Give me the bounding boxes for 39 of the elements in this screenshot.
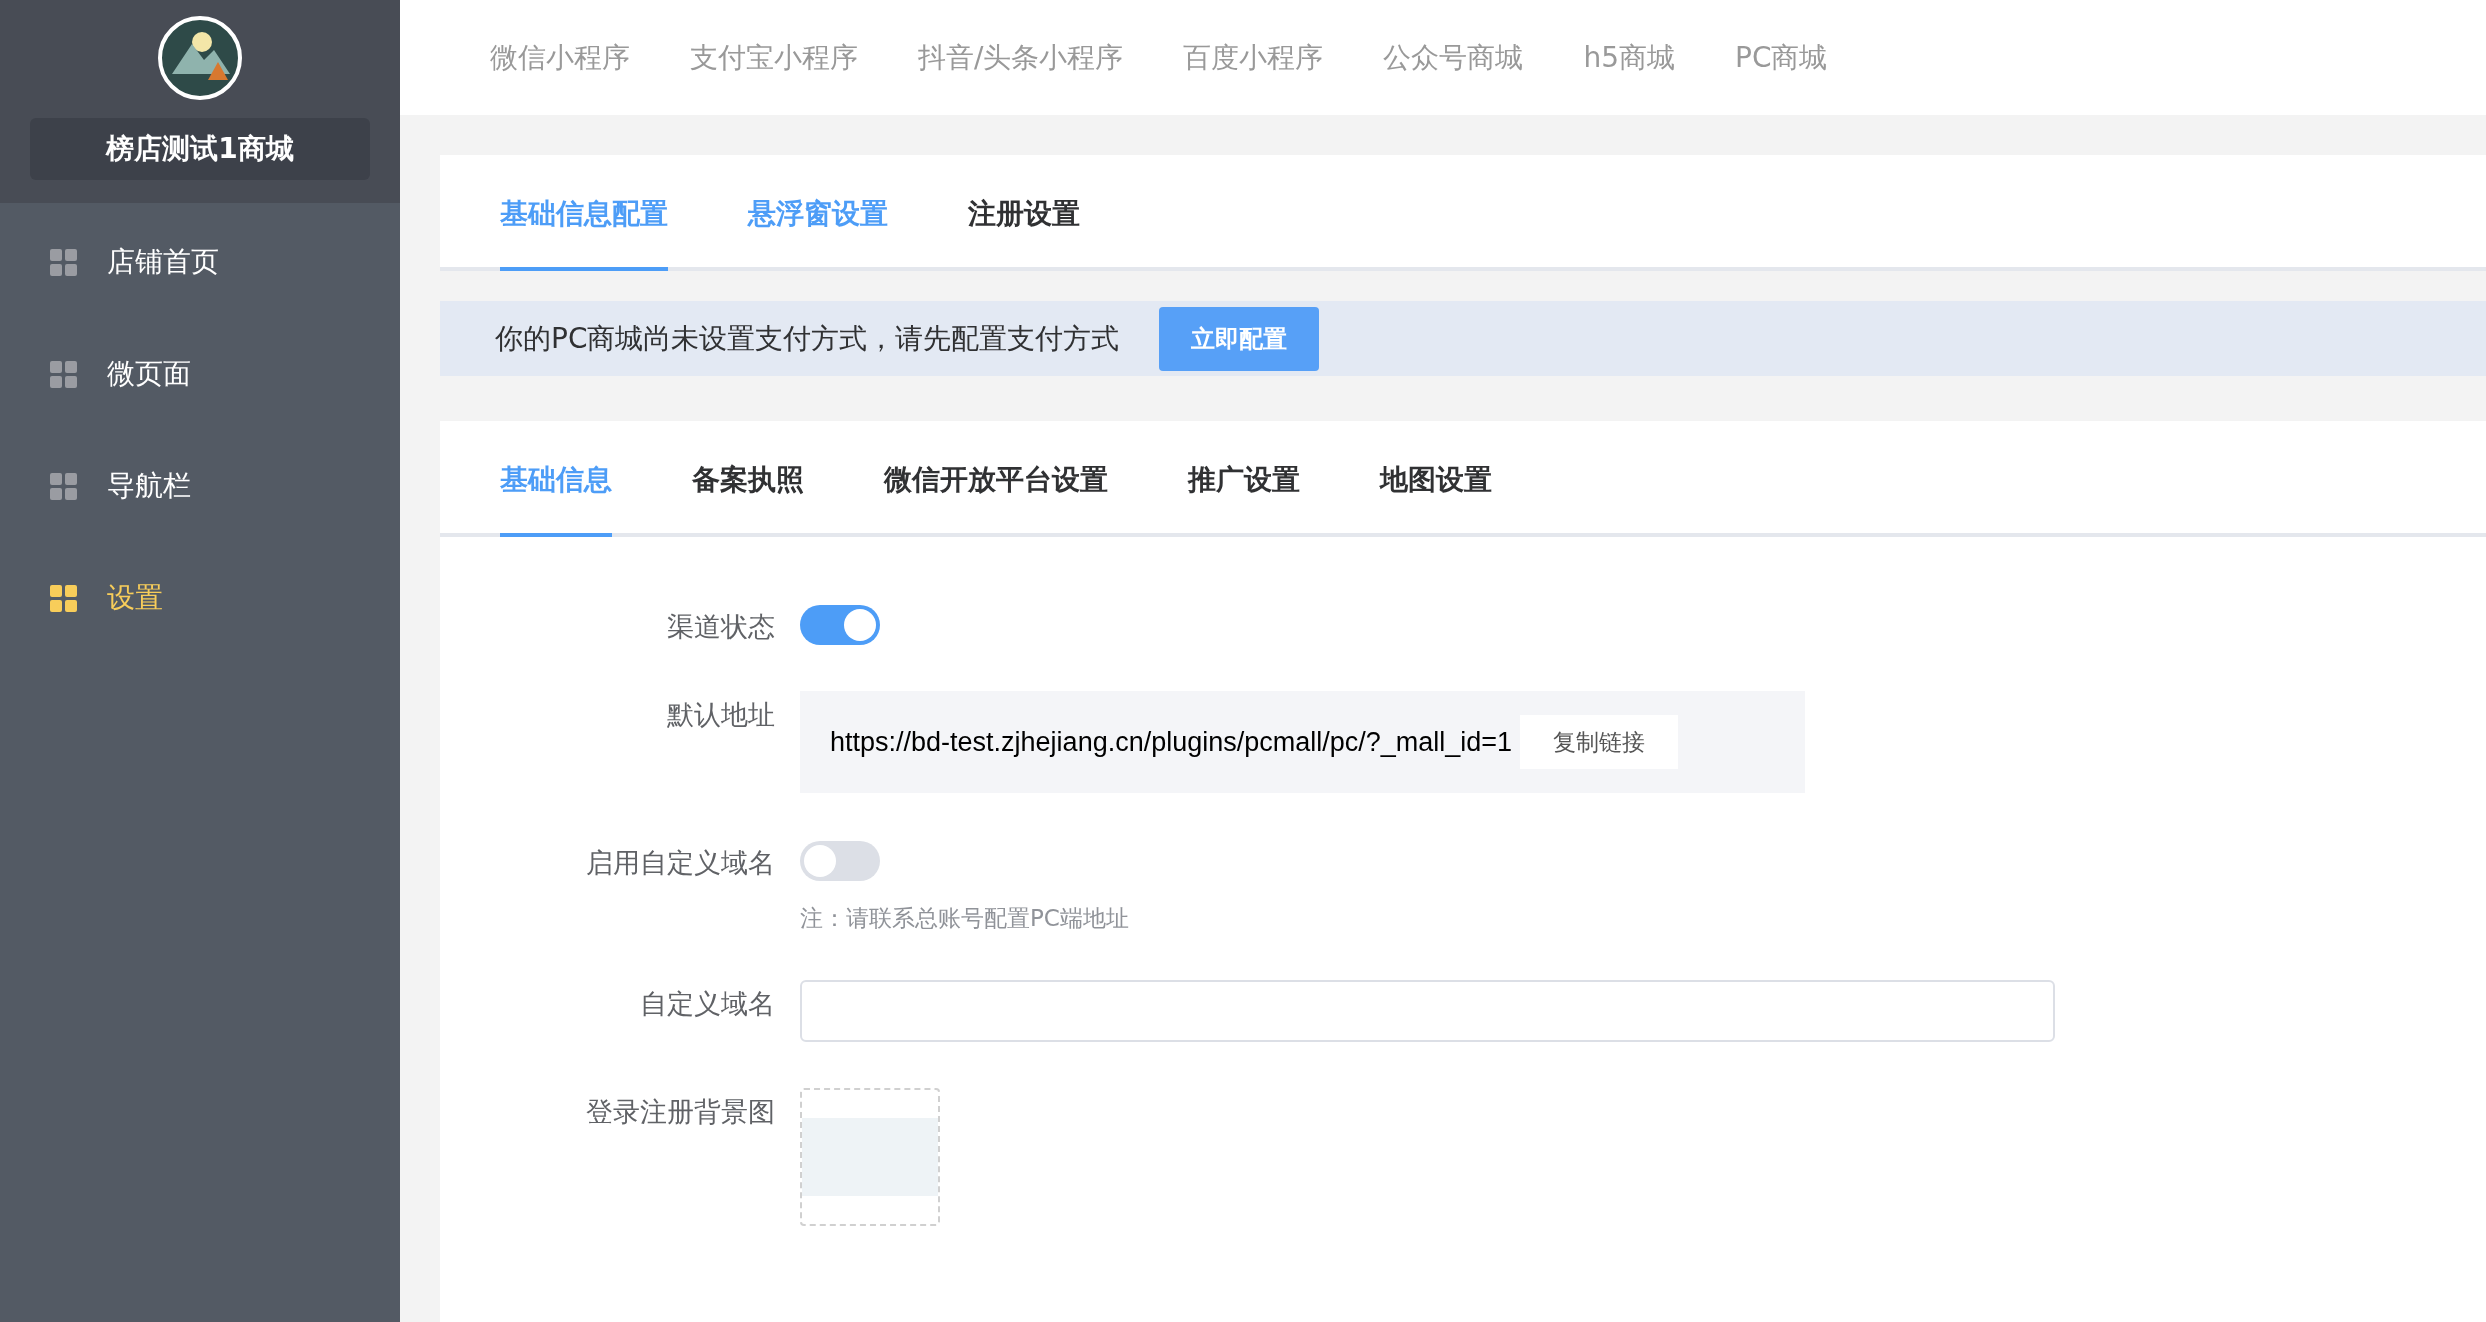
config-tab[interactable]: 注册设置 bbox=[968, 155, 1080, 271]
info-tab[interactable]: 微信开放平台设置 bbox=[884, 421, 1108, 537]
channel-tab[interactable]: 公众号商城 bbox=[1383, 38, 1524, 77]
sidebar-item[interactable]: 设置 bbox=[0, 542, 400, 654]
channel-tab[interactable]: 支付宝小程序 bbox=[690, 38, 858, 77]
info-tab[interactable]: 地图设置 bbox=[1380, 421, 1492, 537]
channel-tab[interactable]: 抖音/头条小程序 bbox=[918, 38, 1124, 77]
toggle-switch[interactable] bbox=[800, 605, 880, 645]
config-tab[interactable]: 悬浮窗设置 bbox=[748, 155, 888, 271]
copy-link-button[interactable]: 复制链接 bbox=[1520, 715, 1679, 769]
channel-tab[interactable]: h5商城 bbox=[1583, 38, 1675, 77]
info-tab[interactable]: 备案执照 bbox=[692, 421, 804, 537]
sidebar-item[interactable]: 导航栏 bbox=[0, 430, 400, 542]
channel-tab[interactable]: PC商城 bbox=[1735, 38, 1828, 77]
field-label: 登录注册背景图 bbox=[585, 1095, 775, 1129]
url-text: https://bd-test.zjhejiang.cn/plugins/pcmall/pc/?_mall_id=1 bbox=[830, 726, 1513, 758]
info-tab[interactable]: 基础信息 bbox=[500, 421, 612, 537]
configure-button[interactable]: 立即配置 bbox=[1159, 306, 1320, 371]
domain-input[interactable] bbox=[800, 980, 2055, 1042]
field-label: 渠道状态 bbox=[666, 610, 775, 644]
sidebar-item[interactable]: 店铺首页 bbox=[0, 206, 400, 318]
info-tab[interactable]: 推广设置 bbox=[1188, 421, 1300, 537]
sidebar-item[interactable]: 微页面 bbox=[0, 318, 400, 430]
channel-tab[interactable]: 微信小程序 bbox=[490, 38, 630, 77]
shop-name: 榜店测试1商城 bbox=[30, 118, 370, 180]
config-tab[interactable]: 基础信息配置 bbox=[500, 155, 668, 271]
grid-icon bbox=[50, 360, 77, 388]
alert-message: 你的PC商城尚未设置支付方式，请先配置支付方式 bbox=[495, 320, 1120, 357]
field-label: 自定义域名 bbox=[639, 987, 775, 1021]
grid-icon bbox=[50, 584, 77, 612]
channel-tab[interactable]: 百度小程序 bbox=[1183, 38, 1324, 77]
image-upload[interactable] bbox=[800, 1088, 940, 1226]
grid-icon bbox=[50, 472, 77, 500]
avatar-icon bbox=[158, 16, 242, 100]
toggle-switch[interactable] bbox=[800, 841, 880, 881]
field-label: 默认地址 bbox=[666, 698, 775, 732]
note-text: 注：请联系总账号配置PC端地址 bbox=[800, 904, 1129, 933]
field-label: 启用自定义域名 bbox=[585, 846, 775, 880]
grid-icon bbox=[50, 248, 77, 276]
